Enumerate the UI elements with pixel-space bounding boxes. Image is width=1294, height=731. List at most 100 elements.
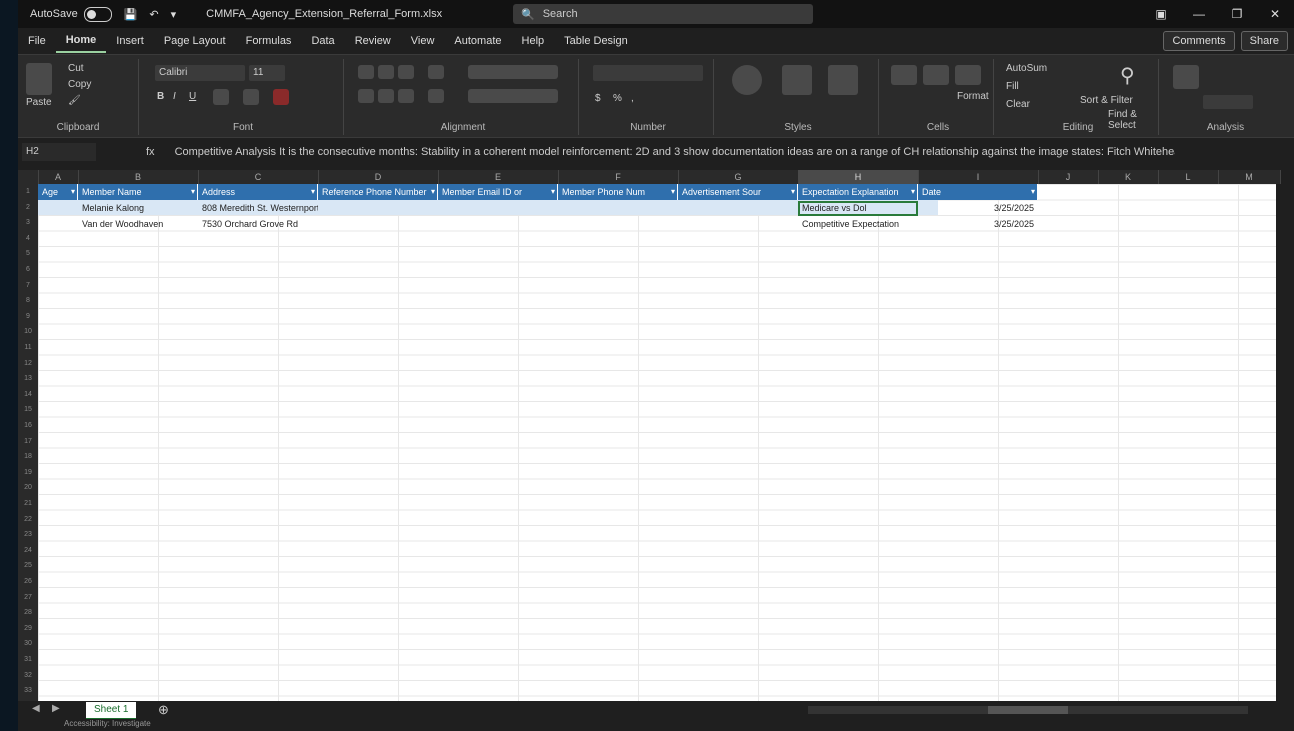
share-button[interactable]: Share: [1240, 31, 1288, 51]
font-size-select[interactable]: 11: [249, 65, 285, 81]
close-button[interactable]: ✕: [1256, 0, 1294, 28]
column-header[interactable]: I: [918, 170, 1039, 184]
column-header[interactable]: B: [78, 170, 199, 184]
table-cell[interactable]: [438, 217, 558, 232]
format-as-table-icon[interactable]: [782, 65, 812, 95]
row-header[interactable]: 23: [18, 527, 38, 543]
column-header[interactable]: M: [1218, 170, 1281, 184]
row-header[interactable]: 20: [18, 480, 38, 496]
tab-view[interactable]: View: [401, 30, 445, 52]
copy-button[interactable]: Copy: [68, 79, 91, 90]
table-header-cell[interactable]: Advertisement Sour: [678, 184, 798, 200]
undo-icon[interactable]: ↶: [149, 8, 158, 21]
table-cell[interactable]: [558, 217, 678, 232]
row-header[interactable]: 7: [18, 278, 38, 294]
row-header[interactable]: 14: [18, 387, 38, 403]
table-cell[interactable]: Competitive Expectation: [798, 217, 918, 232]
cell-styles-icon[interactable]: [828, 65, 858, 95]
row-header[interactable]: 22: [18, 512, 38, 528]
row-header[interactable]: 33: [18, 683, 38, 699]
formula-input[interactable]: Competitive Analysis It is the consecuti…: [175, 146, 1175, 158]
autosave[interactable]: AutoSave: [30, 6, 112, 22]
table-header-cell[interactable]: Reference Phone Number: [318, 184, 438, 200]
tab-automate[interactable]: Automate: [444, 30, 511, 52]
comma-icon[interactable]: ,: [631, 93, 634, 104]
tab-home[interactable]: Home: [55, 29, 107, 53]
search-input[interactable]: 🔍 Search: [513, 4, 813, 24]
number-format-select[interactable]: [593, 65, 703, 81]
bold-icon[interactable]: B: [157, 91, 164, 102]
table-cell[interactable]: 808 Meredith St. Westernport: [198, 201, 318, 216]
comments-button[interactable]: Comments: [1163, 31, 1235, 51]
row-header[interactable]: 4: [18, 231, 38, 247]
name-box[interactable]: H2: [22, 143, 96, 161]
cut-button[interactable]: Cut: [68, 63, 84, 74]
row-header[interactable]: 11: [18, 340, 38, 356]
column-header[interactable]: L: [1158, 170, 1219, 184]
font-name-select[interactable]: Calibri: [155, 65, 245, 81]
tab-data[interactable]: Data: [301, 30, 344, 52]
accessibility-status[interactable]: Accessibility: Investigate: [64, 719, 151, 728]
row-header[interactable]: 31: [18, 652, 38, 668]
borders-icon[interactable]: [213, 89, 229, 105]
table-cell[interactable]: [558, 201, 678, 216]
row-header[interactable]: 9: [18, 309, 38, 325]
table-header-cell[interactable]: Expectation Explanation: [798, 184, 918, 200]
row-header[interactable]: 1: [18, 184, 38, 200]
column-header[interactable]: E: [438, 170, 559, 184]
align-middle-icon[interactable]: [378, 65, 394, 79]
table-cell[interactable]: [318, 217, 438, 232]
column-header[interactable]: F: [558, 170, 679, 184]
tab-file[interactable]: File: [18, 30, 56, 52]
percent-icon[interactable]: %: [613, 93, 622, 104]
row-header[interactable]: 29: [18, 621, 38, 637]
prev-sheet-icon[interactable]: ◀: [32, 703, 40, 714]
table-header-cell[interactable]: Member Email ID or: [438, 184, 558, 200]
next-sheet-icon[interactable]: ▶: [52, 703, 60, 714]
minimize-button[interactable]: —: [1180, 0, 1218, 28]
tab-review[interactable]: Review: [345, 30, 401, 52]
table-cell[interactable]: 3/25/2025: [918, 217, 1038, 232]
conditional-formatting-icon[interactable]: [732, 65, 762, 95]
align-left-icon[interactable]: [358, 89, 374, 103]
font-color-icon[interactable]: [273, 89, 289, 105]
tab-insert[interactable]: Insert: [106, 30, 154, 52]
table-cell[interactable]: Melanie Kalong: [78, 201, 198, 216]
fill-button[interactable]: Fill: [1006, 81, 1019, 92]
column-header[interactable]: C: [198, 170, 319, 184]
table-cell[interactable]: [678, 201, 798, 216]
row-header[interactable]: 15: [18, 402, 38, 418]
fx-icon[interactable]: fx: [146, 146, 155, 158]
column-header-selected[interactable]: H: [798, 170, 919, 184]
column-header[interactable]: D: [318, 170, 439, 184]
format-cells-icon[interactable]: [955, 65, 981, 85]
table-cell[interactable]: 3/25/2025: [918, 201, 1038, 216]
align-top-icon[interactable]: [358, 65, 374, 79]
align-right-icon[interactable]: [398, 89, 414, 103]
row-header[interactable]: 3: [18, 215, 38, 231]
autosave-toggle[interactable]: [83, 6, 112, 22]
row-header[interactable]: 30: [18, 636, 38, 652]
find-select-icon[interactable]: ⚲: [1120, 63, 1135, 88]
table-cell-selected[interactable]: Medicare vs Dol: [798, 201, 918, 216]
tab-formulas[interactable]: Formulas: [236, 30, 302, 52]
tab-table-design[interactable]: Table Design: [554, 30, 638, 52]
table-cell[interactable]: Van der Woodhaven: [78, 217, 198, 232]
delete-cells-icon[interactable]: [923, 65, 949, 85]
row-header[interactable]: 18: [18, 449, 38, 465]
analyze-data-icon[interactable]: [1173, 65, 1199, 89]
row-header[interactable]: 6: [18, 262, 38, 278]
vertical-scrollbar[interactable]: [1280, 184, 1290, 701]
worksheet-grid[interactable]: Age Member Name Address Reference Phone …: [38, 184, 1276, 701]
row-header[interactable]: 17: [18, 434, 38, 450]
row-header[interactable]: 16: [18, 418, 38, 434]
row-header[interactable]: 8: [18, 293, 38, 309]
maximize-button[interactable]: ❐: [1218, 0, 1256, 28]
italic-icon[interactable]: I: [173, 91, 176, 102]
clear-button[interactable]: Clear: [1006, 99, 1030, 110]
insert-cells-icon[interactable]: [891, 65, 917, 85]
underline-icon[interactable]: U: [189, 91, 196, 102]
table-cell[interactable]: [318, 201, 438, 216]
currency-icon[interactable]: $: [595, 93, 601, 104]
table-header-cell[interactable]: Member Name: [78, 184, 198, 200]
